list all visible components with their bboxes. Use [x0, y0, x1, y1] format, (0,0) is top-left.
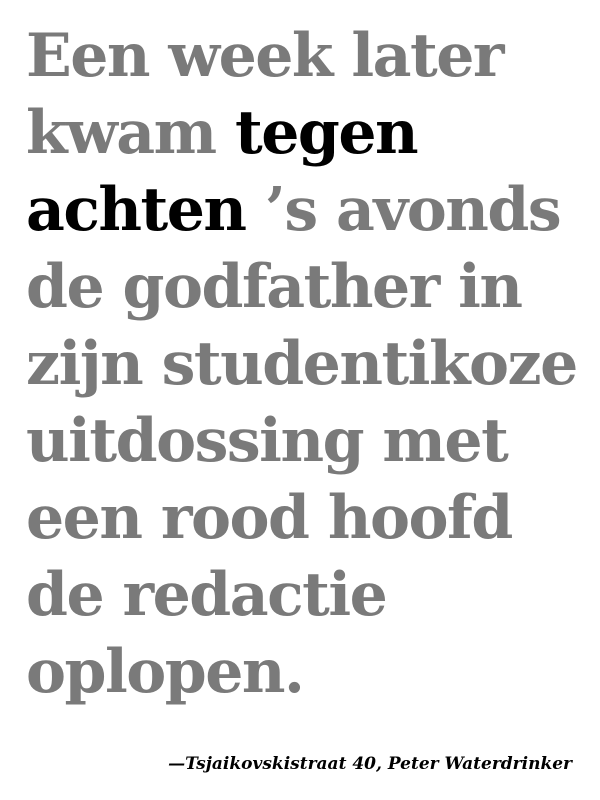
quote-highlight-achten: achten: [26, 175, 247, 245]
attribution: —Tsjaikovskistraat 40, Peter Waterdrinke…: [168, 754, 572, 774]
quote-line-8: de redactie: [26, 560, 388, 630]
quote-text: Een week later kwam tegen achten ’s avon…: [26, 18, 586, 711]
quote-line-3-text: ’s avonds: [245, 175, 562, 245]
quote-line-5: zijn studentikoze: [26, 329, 578, 399]
quote-line-4: de godfather in: [26, 252, 523, 322]
quote-highlight-tegen: tegen: [234, 98, 419, 168]
quote-line-6: uitdossing met: [26, 406, 509, 476]
quote-line-9: oplopen.: [26, 637, 305, 707]
quote-line-2-text: kwam: [26, 98, 235, 168]
quote-line-3: achten ’s avonds: [26, 172, 586, 249]
quote-line-7: een rood hoofd: [26, 483, 513, 553]
quote-line-2: kwam tegen: [26, 95, 586, 172]
quote-line-1: Een week later: [26, 21, 505, 91]
